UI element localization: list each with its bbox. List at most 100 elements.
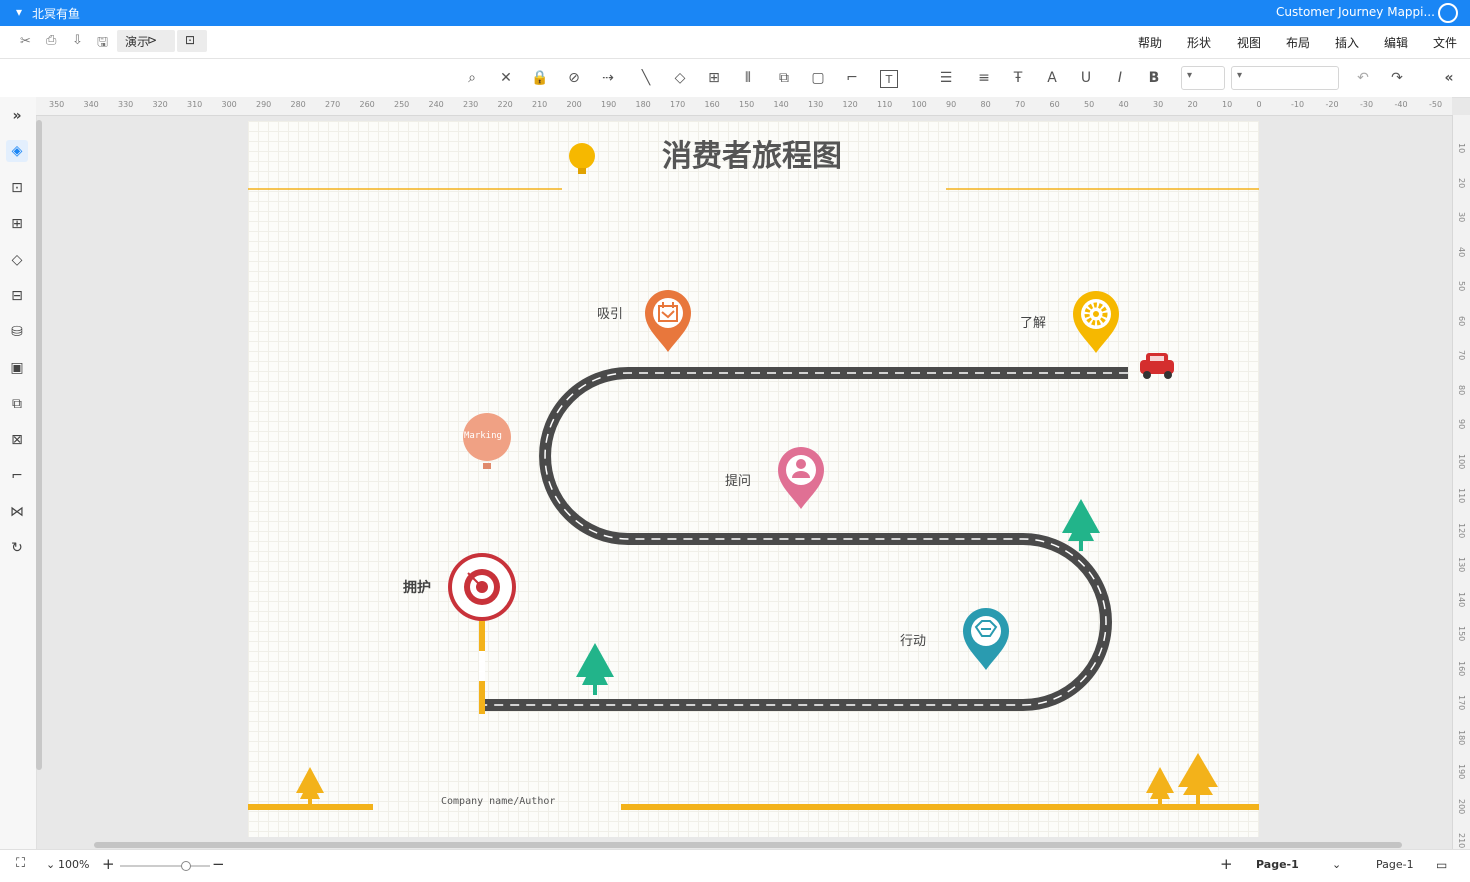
connector-icon[interactable]: ⌐ xyxy=(842,68,862,88)
zoom-slider-handle[interactable] xyxy=(181,861,191,871)
ruler-tick-label: 240 xyxy=(428,100,444,109)
org-chart-icon[interactable]: ⧉ xyxy=(6,393,28,415)
format-icon[interactable]: ⌐ xyxy=(6,465,28,487)
stage-label-ask[interactable]: 提问 xyxy=(725,470,751,489)
redo-icon[interactable]: ↷ xyxy=(1387,68,1407,88)
zoom-level[interactable]: 100% xyxy=(58,858,89,871)
line-icon[interactable]: ╲ xyxy=(636,68,656,88)
ruler-tick-label: 130 xyxy=(1457,557,1466,573)
page-panel-icon[interactable]: ▭ xyxy=(1436,858,1447,872)
ruler-tick-label: 90 xyxy=(1457,419,1466,430)
tools-icon[interactable]: ✕ xyxy=(496,68,516,88)
stage-label-understand[interactable]: 了解 xyxy=(1020,312,1046,331)
database-icon[interactable]: ⛁ xyxy=(6,321,28,343)
ruler-tick-label: 30 xyxy=(1457,212,1466,223)
menu-layout[interactable]: 布局 xyxy=(1286,34,1310,51)
align-text-icon[interactable]: ≡ xyxy=(974,68,994,88)
stage-label-attract[interactable]: 吸引 xyxy=(597,303,623,322)
group-icon[interactable]: ⊞ xyxy=(704,68,724,88)
image-icon[interactable]: ▣ xyxy=(6,357,28,379)
menu-edit[interactable]: 编辑 xyxy=(1384,34,1408,51)
menu-help[interactable]: 帮助 xyxy=(1138,34,1162,51)
page-selector[interactable]: Page-1 xyxy=(1376,858,1414,871)
stage-label-act[interactable]: 行动 xyxy=(900,630,926,649)
search-icon[interactable]: ⌕ xyxy=(462,68,482,88)
ruler-tick-label: 100 xyxy=(1457,453,1466,469)
menu-shape[interactable]: 形状 xyxy=(1187,34,1211,51)
menu-file[interactable]: 文件 xyxy=(1433,34,1457,51)
vertical-scrollbar[interactable] xyxy=(36,120,42,770)
diagram-title[interactable]: 消费者旅程图 xyxy=(662,131,842,175)
arrow-style-icon[interactable]: ⇢ xyxy=(598,68,618,88)
underline-icon[interactable]: U xyxy=(1076,68,1096,88)
diagram-canvas[interactable]: 消费者旅程图 了解 吸引 提问 行动 拥护 Marking Company na… xyxy=(248,121,1259,837)
fill-icon[interactable]: ◇ xyxy=(670,68,690,88)
lock-icon[interactable]: 🔒 xyxy=(530,68,550,88)
crop-icon[interactable]: ⊘ xyxy=(564,68,584,88)
fullscreen-button[interactable]: ⊡ xyxy=(177,30,207,52)
undo-icon[interactable]: ↶ xyxy=(1353,68,1373,88)
ruler-tick-label: 270 xyxy=(325,100,341,109)
chevron-down-icon[interactable]: ⌄ xyxy=(1332,858,1341,871)
marking-label[interactable]: Marking xyxy=(464,431,502,441)
text-height-icon[interactable]: Ŧ xyxy=(1008,68,1028,88)
stage-label-maintain[interactable]: 拥护 xyxy=(403,577,431,597)
ruler-tick-label: 130 xyxy=(808,100,824,109)
page-tab-active[interactable]: Page-1 xyxy=(1256,858,1299,871)
font-color-icon[interactable]: A xyxy=(1042,68,1062,88)
bold-icon[interactable]: B xyxy=(1144,68,1164,88)
account-name[interactable]: 北冥有鱼 xyxy=(32,5,80,22)
line-spacing-icon[interactable]: ☰ xyxy=(936,68,956,88)
grid-icon[interactable]: ⊞ xyxy=(6,213,28,235)
style-fill-icon[interactable]: ◈ xyxy=(6,140,28,162)
ruler-tick-label: 120 xyxy=(842,100,858,109)
zoom-in-icon[interactable]: + xyxy=(102,855,115,873)
present-label: 演示 xyxy=(125,35,150,49)
ruler-tick-label: 50 xyxy=(1084,100,1095,109)
layers-icon[interactable]: ◇ xyxy=(6,249,28,271)
network-icon[interactable]: ⋈ xyxy=(6,501,28,523)
zoom-out-icon[interactable]: − xyxy=(212,855,225,873)
widget-icon[interactable]: ⊠ xyxy=(6,429,28,451)
present-button[interactable]: ⊳ 演示 xyxy=(117,30,175,52)
collapse-right-icon[interactable]: « xyxy=(1439,68,1459,88)
car-icon xyxy=(1140,353,1174,379)
zoom-slider-track[interactable] xyxy=(120,865,210,867)
italic-icon[interactable]: I xyxy=(1110,68,1130,88)
presentation-icon[interactable]: ⊟ xyxy=(6,285,28,307)
ruler-tick-label: 110 xyxy=(877,100,893,109)
format-toolbar: ⌕ ✕ 🔒 ⊘ ⇢ ╲ ◇ ⊞ ⫴ ⧉ ▢ ⌐ T ☰ ≡ Ŧ A U I B … xyxy=(0,59,1470,98)
ruler-tick-label: 20 xyxy=(1457,177,1466,188)
ruler-tick-label: 250 xyxy=(394,100,410,109)
map-pin-act xyxy=(963,608,1009,670)
horizontal-scrollbar[interactable] xyxy=(94,842,1402,848)
arrange-icon[interactable]: ⧉ xyxy=(774,68,794,88)
footer-author[interactable]: Company name/Author xyxy=(441,796,555,807)
ruler-tick-label: 170 xyxy=(1457,695,1466,711)
save-icon[interactable]: 🖫 xyxy=(97,33,108,55)
page-icon[interactable]: ⊡ xyxy=(6,177,28,199)
ruler-tick-label: 10 xyxy=(1222,100,1233,109)
vertical-ruler: 10 20 30 40 50 60 70 80 90 100 110 120 130 140 150 160 1… xyxy=(1452,115,1470,849)
print-icon[interactable]: ⎙ xyxy=(46,33,56,48)
text-box-icon[interactable]: T xyxy=(880,70,898,88)
align-icon[interactable]: ⫴ xyxy=(738,68,758,88)
font-family-select[interactable]: ▾ xyxy=(1231,66,1339,90)
chevron-down-icon[interactable]: ⌄ xyxy=(46,858,55,871)
expand-icon[interactable]: » xyxy=(6,105,28,127)
fit-screen-icon[interactable]: ⛶ xyxy=(16,856,25,871)
menu-insert[interactable]: 插入 xyxy=(1335,34,1359,51)
download-icon[interactable]: ⇩ xyxy=(72,33,83,48)
map-pin-understand xyxy=(1073,291,1119,353)
ruler-tick-label: 210 xyxy=(532,100,548,109)
add-page-icon[interactable]: + xyxy=(1220,855,1233,873)
menu-view[interactable]: 视图 xyxy=(1237,34,1261,51)
history-icon[interactable]: ↻ xyxy=(6,537,28,559)
account-dropdown-icon[interactable]: ▾ xyxy=(16,5,22,19)
font-size-select[interactable]: ▾ xyxy=(1181,66,1225,90)
ruler-tick-label: 220 xyxy=(497,100,513,109)
ruler-tick-label: 200 xyxy=(566,100,582,109)
scissors-icon[interactable]: ✂ xyxy=(20,34,31,49)
frame-icon[interactable]: ▢ xyxy=(808,68,828,88)
ruler-tick-label: 60 xyxy=(1457,315,1466,326)
